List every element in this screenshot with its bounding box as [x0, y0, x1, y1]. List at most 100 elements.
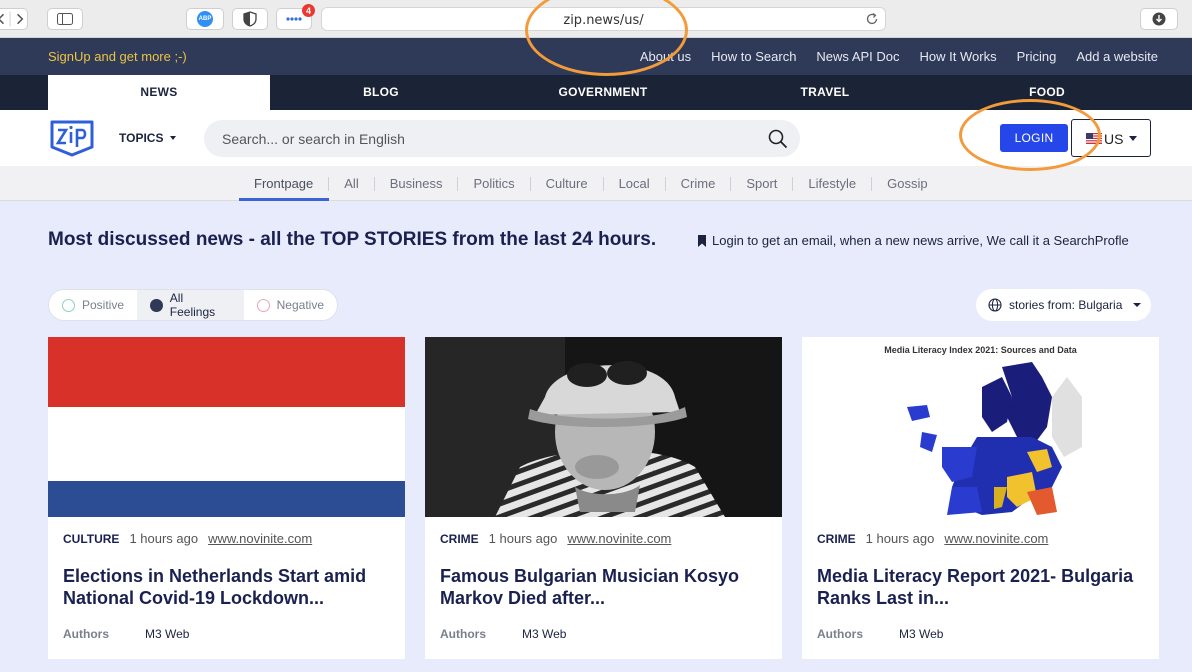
subnav-lifestyle[interactable]: Lifestyle [792, 176, 871, 191]
card-author[interactable]: M3 Web [899, 627, 943, 641]
card-image-media-literacy-map[interactable]: Media Literacy Index 2021: Sources and D… [802, 337, 1159, 517]
page-title: Most discussed news - all the TOP STORIE… [48, 229, 657, 250]
subnav-business[interactable]: Business [373, 176, 458, 191]
top-links: About us How to Search News API Doc How … [640, 49, 1158, 64]
subnav-culture[interactable]: Culture [529, 176, 603, 191]
address-bar[interactable]: zip.news/us/ [321, 7, 886, 31]
card-image-musician-photo[interactable] [425, 337, 782, 517]
map-caption: Media Literacy Index 2021: Sources and D… [884, 345, 1077, 355]
zip-logo[interactable] [49, 119, 95, 157]
card-author[interactable]: M3 Web [145, 627, 189, 641]
country-label: stories from: Bulgaria [1009, 298, 1123, 312]
card-source-link[interactable]: www.novinite.com [567, 531, 671, 546]
subnav-frontpage[interactable]: Frontpage [239, 176, 328, 191]
browser-toolbar: ABP 4 zip.news/us/ [0, 0, 1192, 38]
language-label: US [1104, 131, 1124, 147]
card-title[interactable]: Elections in Netherlands Start amid Nati… [63, 565, 393, 609]
active-tab-indicator [239, 198, 329, 201]
chevron-down-icon [1129, 136, 1137, 141]
card-category[interactable]: CRIME [440, 532, 479, 546]
topic-subnav: Frontpage All Business Politics Culture … [0, 166, 1192, 201]
card-source-link[interactable]: www.novinite.com [208, 531, 312, 546]
bookmark-icon [698, 234, 706, 247]
subnav-gossip[interactable]: Gossip [871, 176, 942, 191]
shield-icon [243, 11, 257, 27]
chevron-down-icon [1133, 303, 1142, 307]
subnav-crime[interactable]: Crime [664, 176, 731, 191]
login-button[interactable]: LOGIN [1000, 124, 1068, 152]
subnav-politics[interactable]: Politics [457, 176, 529, 191]
language-selector[interactable]: US [1071, 119, 1151, 157]
top-bar: SignUp and get more ;-) About us How to … [0, 38, 1192, 75]
feeling-positive[interactable]: Positive [49, 290, 137, 320]
how-it-works-link[interactable]: How It Works [920, 49, 997, 64]
feelings-filter: Positive All Feelings Negative [48, 289, 338, 321]
card-authors-label: Authors [817, 627, 863, 641]
news-card[interactable]: Media Literacy Index 2021: Sources and D… [802, 337, 1159, 659]
portrait-photo [425, 337, 782, 517]
topics-label: TOPICS [119, 131, 164, 145]
card-authors-label: Authors [440, 627, 486, 641]
category-tabs: NEWS BLOG GOVERNMENT TRAVEL FOOD [0, 75, 1192, 110]
feeling-negative-label: Negative [276, 298, 324, 312]
sidebar-toggle-button[interactable] [47, 8, 83, 30]
card-source-link[interactable]: www.novinite.com [944, 531, 1048, 546]
pricing-link[interactable]: Pricing [1017, 49, 1057, 64]
download-icon [1152, 12, 1166, 26]
site-header: TOPICS Search... or search in English LO… [0, 110, 1192, 166]
search-profile-promo[interactable]: Login to get an email, when a new news a… [697, 233, 1129, 248]
feeling-positive-label: Positive [82, 298, 125, 312]
news-api-doc-link[interactable]: News API Doc [816, 49, 899, 64]
promo-text: Login to get an email, when a new news a… [712, 233, 1129, 248]
positive-dot-icon [62, 298, 75, 312]
card-title[interactable]: Media Literacy Report 2021- Bulgaria Ran… [817, 565, 1147, 609]
card-time: 1 hours ago [488, 531, 558, 546]
reload-icon[interactable] [865, 12, 879, 26]
globe-icon [988, 298, 1002, 312]
subnav-all[interactable]: All [328, 176, 373, 191]
tab-blog[interactable]: BLOG [270, 75, 492, 110]
back-button[interactable] [0, 8, 28, 30]
card-authors-label: Authors [63, 627, 109, 641]
privacy-extension-button[interactable] [232, 8, 268, 30]
tab-news[interactable]: NEWS [48, 75, 270, 110]
downloads-button[interactable] [1140, 8, 1178, 30]
adblock-icon: ABP [197, 11, 213, 27]
negative-dot-icon [256, 298, 270, 312]
topics-dropdown[interactable]: TOPICS [119, 131, 176, 145]
how-to-search-link[interactable]: How to Search [711, 49, 796, 64]
feeling-negative[interactable]: Negative [244, 290, 337, 320]
tab-food[interactable]: FOOD [936, 75, 1158, 110]
news-card[interactable]: CULTURE 1 hours ago www.novinite.com Ele… [48, 337, 405, 659]
feeling-all-label: All Feelings [169, 291, 216, 319]
country-selector[interactable]: stories from: Bulgaria [976, 289, 1151, 321]
adblock-extension-button[interactable]: ABP [186, 8, 224, 30]
subnav-sport[interactable]: Sport [730, 176, 792, 191]
card-image-netherlands-flag[interactable] [48, 337, 405, 517]
chevron-down-icon [169, 136, 176, 140]
tab-government[interactable]: GOVERNMENT [492, 75, 714, 110]
subnav-local[interactable]: Local [602, 176, 665, 191]
feeling-all[interactable]: All Feelings [137, 290, 244, 320]
search-icon[interactable] [768, 129, 788, 149]
card-title[interactable]: Famous Bulgarian Musician Kosyo Markov D… [440, 565, 770, 609]
signup-link[interactable]: SignUp and get more ;-) [48, 49, 187, 64]
card-time: 1 hours ago [129, 531, 199, 546]
europe-map-image [907, 362, 1082, 515]
card-author[interactable]: M3 Web [522, 627, 566, 641]
sidebar-icon [57, 13, 73, 25]
card-time: 1 hours ago [865, 531, 935, 546]
us-flag-icon [1086, 133, 1102, 144]
notification-badge: 4 [302, 4, 315, 17]
url-text: zip.news/us/ [563, 13, 644, 28]
card-category[interactable]: CRIME [817, 532, 856, 546]
dots-icon [286, 17, 302, 21]
news-card[interactable]: CRIME 1 hours ago www.novinite.com Famou… [425, 337, 782, 659]
back-forward-icon [0, 11, 24, 27]
tab-travel[interactable]: TRAVEL [714, 75, 936, 110]
search-input[interactable]: Search... or search in English [204, 120, 800, 157]
all-feelings-dot-icon [150, 298, 163, 312]
add-website-link[interactable]: Add a website [1076, 49, 1158, 64]
about-us-link[interactable]: About us [640, 49, 691, 64]
card-category[interactable]: CULTURE [63, 532, 119, 546]
